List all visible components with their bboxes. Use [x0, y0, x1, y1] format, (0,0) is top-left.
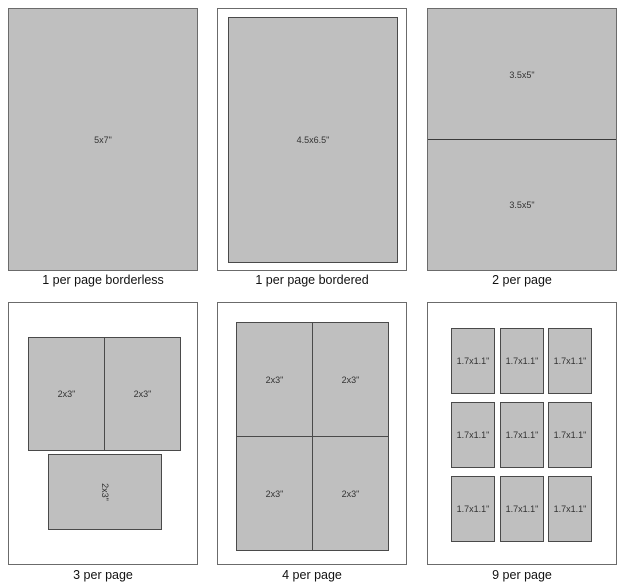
photo-size-label: 1.7x1.1"	[553, 356, 587, 366]
caption-4-per-page: 4 per page	[282, 568, 342, 582]
photo-size-label: 2x3"	[57, 389, 76, 399]
photo-3-5x5-bottom: 3.5x5"	[428, 140, 616, 270]
photo-1-7x1-1: 1.7x1.1"	[548, 328, 592, 394]
photo-1-7x1-1: 1.7x1.1"	[500, 476, 544, 542]
layout-1-per-page-borderless: 5x7"	[8, 8, 198, 271]
photo-2x3-bottom-right: 2x3"	[312, 436, 389, 551]
photo-1-7x1-1: 1.7x1.1"	[451, 402, 495, 468]
caption-3-per-page: 3 per page	[73, 568, 133, 582]
photo-size-label: 5x7"	[94, 134, 112, 145]
photo-1-7x1-1: 1.7x1.1"	[548, 476, 592, 542]
photo-1-7x1-1: 1.7x1.1"	[500, 328, 544, 394]
photo-size-label: 4.5x6.5"	[296, 135, 330, 145]
layout-4-per-page: 2x3" 2x3" 2x3" 2x3"	[217, 302, 407, 565]
photo-size-label: 1.7x1.1"	[456, 430, 490, 440]
layout-9-per-page: 1.7x1.1" 1.7x1.1" 1.7x1.1" 1.7x1.1" 1.7x…	[427, 302, 617, 565]
photo-1-7x1-1: 1.7x1.1"	[451, 328, 495, 394]
layout-2-per-page: 3.5x5" 3.5x5"	[427, 8, 617, 271]
photo-3-5x5-top: 3.5x5"	[428, 9, 616, 140]
photo-size-label: 2x3"	[100, 483, 110, 501]
photo-5x7: 5x7"	[9, 9, 197, 270]
photo-size-label: 3.5x5"	[509, 200, 535, 210]
photo-size-label: 1.7x1.1"	[505, 504, 539, 514]
photo-1-7x1-1: 1.7x1.1"	[548, 402, 592, 468]
photo-size-label: 1.7x1.1"	[553, 430, 587, 440]
photo-size-label: 2x3"	[341, 374, 360, 385]
photo-2x3-top-left: 2x3"	[236, 322, 313, 437]
photo-size-label: 2x3"	[133, 389, 152, 399]
photo-size-label: 1.7x1.1"	[505, 430, 539, 440]
photo-size-label: 2x3"	[265, 488, 284, 499]
photo-size-label: 1.7x1.1"	[456, 356, 490, 366]
caption-1-per-page-bordered: 1 per page bordered	[255, 273, 369, 287]
photo-size-label: 2x3"	[341, 488, 360, 499]
layout-1-per-page-bordered: 4.5x6.5"	[217, 8, 407, 271]
photo-1-7x1-1: 1.7x1.1"	[451, 476, 495, 542]
photo-2x3-right: 2x3"	[104, 337, 181, 451]
photo-size-label: 1.7x1.1"	[456, 504, 490, 514]
caption-2-per-page: 2 per page	[492, 273, 552, 287]
photo-size-label: 1.7x1.1"	[505, 356, 539, 366]
photo-2x3-top-right: 2x3"	[312, 322, 389, 437]
caption-1-per-page-borderless: 1 per page borderless	[42, 273, 164, 287]
caption-9-per-page: 9 per page	[492, 568, 552, 582]
photo-1-7x1-1: 1.7x1.1"	[500, 402, 544, 468]
photo-2x3-rotated: 2x3"	[48, 454, 162, 530]
photo-2x3-left: 2x3"	[28, 337, 105, 451]
layout-3-per-page: 2x3" 2x3" 2x3"	[8, 302, 198, 565]
photo-size-label: 2x3"	[265, 374, 284, 385]
photo-4-5x6-5: 4.5x6.5"	[228, 17, 398, 263]
photo-size-label: 3.5x5"	[509, 69, 535, 80]
photo-2x3-bottom-left: 2x3"	[236, 436, 313, 551]
photo-size-label: 1.7x1.1"	[553, 504, 587, 514]
